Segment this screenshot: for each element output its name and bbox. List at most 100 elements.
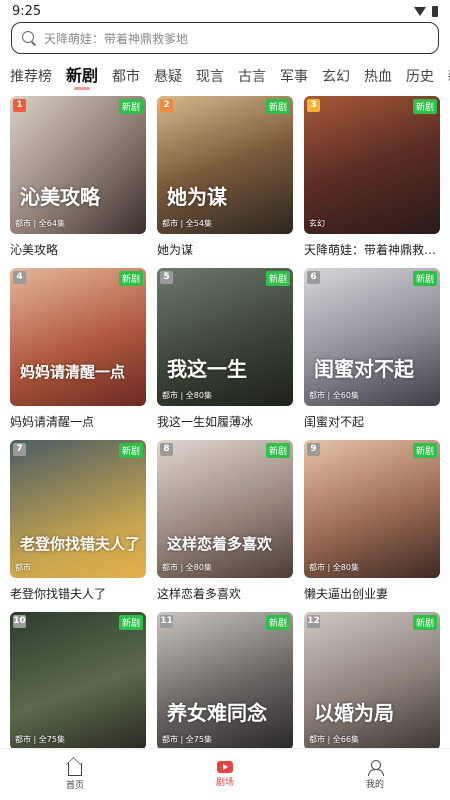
new-badge: 新剧	[265, 443, 290, 458]
user-icon	[368, 759, 384, 776]
poster-title-art: 以婚为局	[314, 701, 394, 725]
home-icon	[68, 762, 82, 776]
rank-badge: 4	[13, 271, 26, 284]
drama-poster[interactable]: 11 新剧养女难同念都市 | 全75集	[157, 612, 293, 750]
poster-title-art: 养女难同念	[167, 701, 267, 725]
new-badge: 新剧	[118, 615, 143, 630]
drama-poster[interactable]: 12 新剧以婚为局都市 | 全66集	[304, 612, 440, 750]
poster-title-art: 我这一生	[167, 357, 247, 381]
search-area: 天降萌娃：带着神鼎救爹地	[0, 22, 450, 54]
rank-badge: 7	[13, 443, 26, 456]
poster-title-art: 老登你找错夫人了	[20, 535, 141, 553]
drama-poster[interactable]: 1 新剧沁美攻略都市 | 全64集	[10, 96, 146, 234]
poster-title-art: 她为谋	[167, 185, 227, 209]
nav-label: 首页	[65, 780, 84, 791]
drama-poster[interactable]: 7 新剧老登你找错夫人了都市	[10, 440, 146, 578]
tab-9[interactable]: 热血	[364, 66, 392, 92]
rank-badge: 1	[13, 99, 26, 112]
new-badge: 新剧	[412, 99, 437, 114]
drama-title[interactable]: 沁美攻略	[10, 241, 146, 258]
nav-item-2[interactable]: 剧场	[195, 761, 255, 788]
drama-title[interactable]: 我这一生如履薄冰	[157, 413, 293, 430]
poster-title-art: 沁美攻略	[20, 185, 100, 209]
drama-poster[interactable]: 4 新剧妈妈请清醒一点	[10, 268, 146, 406]
poster-title-art: 这样恋着多喜欢	[167, 535, 273, 553]
drama-meta: 都市 | 全66集	[309, 735, 359, 744]
poster-title-art: 闺蜜对不起	[314, 357, 414, 381]
drama-poster[interactable]: 3 新剧玄幻	[304, 96, 440, 234]
search-placeholder: 天降萌娃：带着神鼎救爹地	[44, 31, 189, 46]
drama-meta: 都市 | 全64集	[15, 219, 65, 228]
drama-card[interactable]: 6 新剧 闺蜜对不起 都市 | 全60集 闺蜜对不起	[304, 268, 440, 440]
rank-badge: 3	[307, 99, 320, 112]
new-badge: 新剧	[118, 271, 143, 286]
tab-8[interactable]: 玄幻	[322, 66, 350, 92]
drama-card[interactable]: 1 新剧 沁美攻略 都市 | 全64集 沁美攻略	[10, 96, 146, 268]
drama-poster[interactable]: 9 新剧都市 | 全80集	[304, 440, 440, 578]
tab-3[interactable]: 都市	[112, 66, 140, 92]
drama-title[interactable]: 这样恋着多喜欢	[157, 585, 293, 602]
drama-card[interactable]: 4 新剧 妈妈请清醒一点 妈妈请清醒一点	[10, 268, 146, 440]
drama-card[interactable]: 2 新剧 她为谋 都市 | 全54集 她为谋	[157, 96, 293, 268]
tab-2[interactable]: 新剧	[66, 62, 98, 92]
battery-icon	[432, 5, 438, 17]
drama-poster[interactable]: 8 新剧这样恋着多喜欢都市 | 全80集	[157, 440, 293, 578]
drama-meta: 都市 | 全75集	[15, 735, 65, 744]
new-badge: 新剧	[265, 99, 290, 114]
search-icon	[22, 31, 36, 45]
new-badge: 新剧	[412, 615, 437, 630]
nav-item-1[interactable]: 首页	[45, 759, 105, 791]
status-time: 9:25	[12, 3, 42, 19]
drama-meta: 都市 | 全80集	[162, 391, 212, 400]
drama-meta: 都市 | 全75集	[162, 735, 212, 744]
drama-meta: 都市 | 全80集	[162, 563, 212, 572]
nav-label: 我的	[365, 779, 384, 790]
drama-title[interactable]: 天降萌娃：带着神鼎救爹地	[304, 241, 440, 258]
rank-badge: 10	[13, 615, 26, 628]
search-input[interactable]: 天降萌娃：带着神鼎救爹地	[11, 22, 439, 54]
tab-6[interactable]: 古言	[238, 66, 266, 92]
tab-10[interactable]: 历史	[406, 66, 434, 92]
nav-label: 剧场	[215, 778, 234, 788]
drama-poster[interactable]: 5 新剧 我这一生 都市 | 全80集	[157, 268, 293, 406]
new-badge: 新剧	[412, 443, 437, 458]
rank-badge: 2	[160, 99, 173, 112]
new-badge: 新剧	[118, 443, 143, 458]
rank-badge: 11	[160, 615, 173, 628]
rank-badge: 8	[160, 443, 173, 456]
play-icon	[217, 761, 233, 773]
drama-card[interactable]: 5 新剧 我这一生 都市 | 全80集 我这一生如履薄冰	[157, 268, 293, 440]
drama-meta: 都市	[15, 563, 31, 572]
drama-card[interactable]: 8 新剧 这样恋着多喜欢 都市 | 全80集 这样恋着多喜欢	[157, 440, 293, 612]
new-badge: 新剧	[265, 615, 290, 630]
wifi-icon	[414, 6, 426, 16]
drama-card[interactable]: 3 新剧玄幻天降萌娃：带着神鼎救爹地	[304, 96, 440, 268]
drama-poster[interactable]: 6 新剧 闺蜜对不起 都市 | 全60集	[304, 268, 440, 406]
bottom-nav: 首页 剧场 我的	[0, 748, 450, 800]
tab-7[interactable]: 军事	[280, 66, 308, 92]
drama-title[interactable]: 老登你找错夫人了	[10, 585, 146, 602]
rank-badge: 9	[307, 443, 320, 456]
drama-card[interactable]: 7 新剧 老登你找错夫人了 都市 老登你找错夫人了	[10, 440, 146, 612]
tab-1[interactable]: 推荐榜	[10, 66, 52, 92]
drama-poster[interactable]: 10 新剧都市 | 全75集	[10, 612, 146, 750]
rank-badge: 6	[307, 271, 320, 284]
drama-meta: 都市 | 全80集	[309, 563, 359, 572]
rank-badge: 12	[307, 615, 320, 628]
drama-title[interactable]: 懒夫逼出创业妻	[304, 585, 440, 602]
poster-title-art: 妈妈请清醒一点	[20, 363, 126, 381]
tab-5[interactable]: 现言	[196, 66, 224, 92]
drama-title[interactable]: 闺蜜对不起	[304, 413, 440, 430]
status-icons	[414, 5, 438, 17]
drama-meta: 玄幻	[309, 219, 325, 228]
drama-title[interactable]: 妈妈请清醒一点	[10, 413, 146, 430]
rank-badge: 5	[160, 271, 173, 284]
drama-card[interactable]: 9 新剧都市 | 全80集懒夫逼出创业妻	[304, 440, 440, 612]
drama-title[interactable]: 她为谋	[157, 241, 293, 258]
tab-4[interactable]: 悬疑	[154, 66, 182, 92]
new-badge: 新剧	[118, 99, 143, 114]
drama-poster[interactable]: 2 新剧 她为谋 都市 | 全54集	[157, 96, 293, 234]
nav-item-3[interactable]: 我的	[345, 759, 405, 790]
new-badge: 新剧	[412, 271, 437, 286]
category-tabs: 推荐榜新剧都市悬疑现言古言军事玄幻热血历史新	[0, 58, 450, 92]
